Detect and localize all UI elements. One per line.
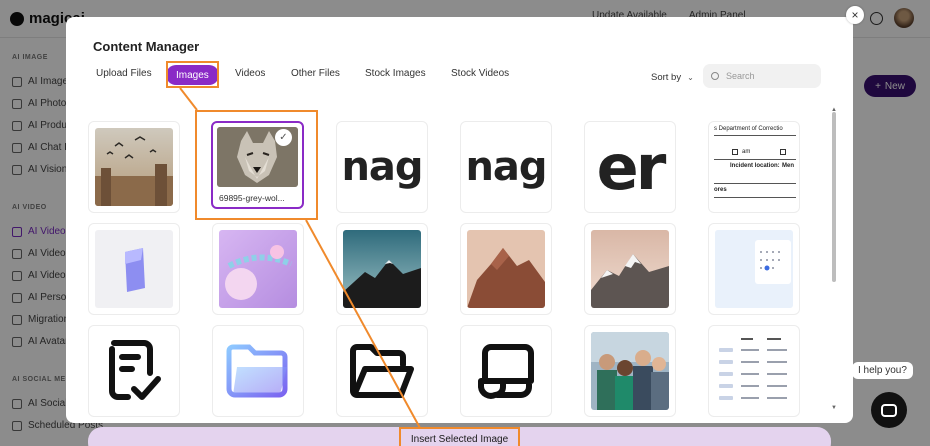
annotation-connector-lines (179, 87, 421, 429)
annotation-line (179, 87, 198, 111)
annotation-line (305, 219, 421, 429)
